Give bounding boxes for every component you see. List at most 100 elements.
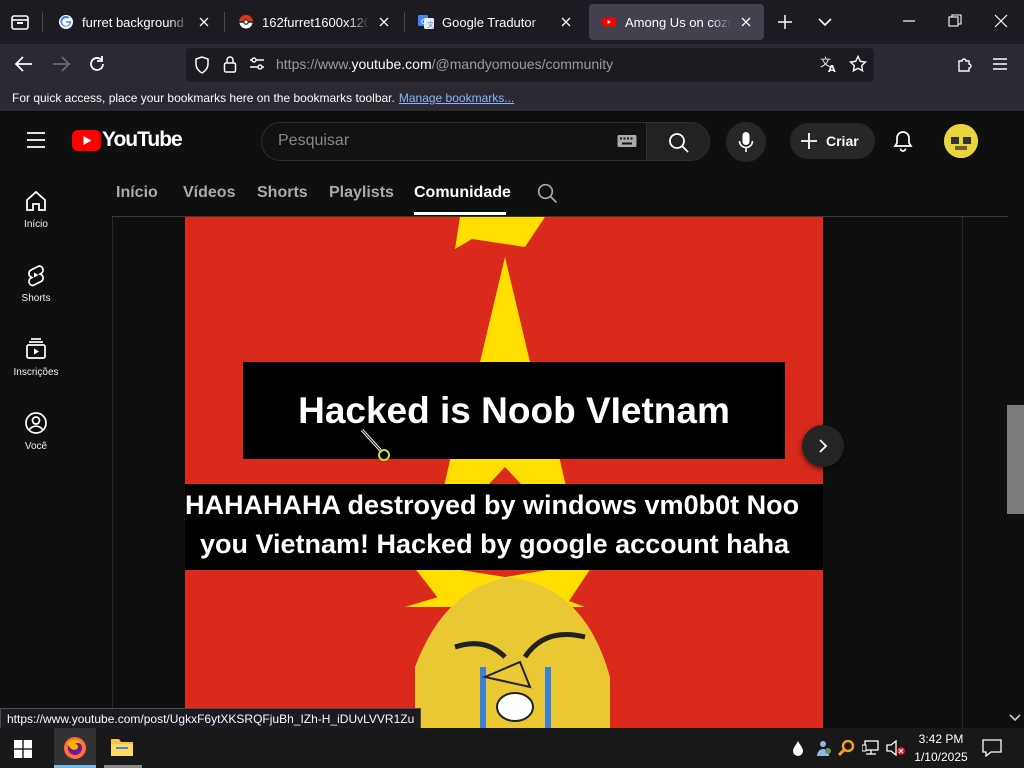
url-domain: youtube.com <box>351 56 432 72</box>
shorts-icon <box>28 265 44 287</box>
new-tab-icon[interactable] <box>777 14 793 30</box>
browser-tab-google-translate[interactable]: G文 Google Tradutor <box>406 4 584 40</box>
browser-tab-youtube-active[interactable]: Among Us on cozmo a <box>589 4 764 40</box>
youtube-icon <box>601 14 617 30</box>
tab-videos[interactable]: Vídeos <box>183 184 235 202</box>
svg-text:文: 文 <box>427 20 434 29</box>
url-path: /@mandyomoues/community <box>431 56 614 72</box>
windows-start-icon[interactable] <box>14 740 32 758</box>
search-magnifier-tray-icon[interactable] <box>838 739 856 757</box>
channel-search-icon[interactable] <box>537 183 558 204</box>
url-prefix: https://www. <box>276 56 352 72</box>
pokeball-icon <box>238 14 254 30</box>
lock-icon[interactable] <box>223 55 237 73</box>
tracking-protection-shield-icon[interactable] <box>194 56 210 74</box>
page-scrollbar-thumb[interactable] <box>1007 405 1024 514</box>
svg-text:G: G <box>421 18 426 26</box>
close-tab-icon[interactable] <box>196 14 212 30</box>
post-card-left-border <box>112 217 113 728</box>
next-image-button[interactable] <box>802 425 844 467</box>
youtube-logo-text[interactable]: YouTube <box>102 128 183 152</box>
url-text[interactable]: https://www.youtube.com/@mandyomoues/com… <box>276 56 613 72</box>
reload-icon[interactable] <box>87 54 107 74</box>
browser-tab-furret-image[interactable]: 162furret1600x1200.jpg <box>226 4 402 40</box>
guide-item-label: Início <box>24 219 48 230</box>
account-avatar[interactable] <box>944 124 978 158</box>
you-icon <box>25 412 47 434</box>
guide-item-you[interactable]: Você <box>0 411 72 452</box>
restore-icon[interactable] <box>948 14 962 28</box>
notification-center-icon[interactable] <box>982 739 1002 757</box>
manage-bookmarks-link[interactable]: Manage bookmarks... <box>399 91 514 105</box>
browser-tab-furret-search[interactable]: furret background - Go <box>46 4 222 40</box>
bookmark-star-icon[interactable] <box>849 55 867 73</box>
tab-title: 162furret1600x1200.jpg <box>262 14 370 30</box>
tab-playlists[interactable]: Playlists <box>329 184 394 202</box>
speaker-muted-icon[interactable] <box>886 740 906 756</box>
home-icon <box>26 190 46 211</box>
bookmarks-message: For quick access, place your bookmarks h… <box>12 91 395 105</box>
firefox-view-icon[interactable] <box>10 12 30 32</box>
vietnam-flag-star-graphic <box>385 217 625 728</box>
active-tab-underline <box>414 212 506 215</box>
taskbar-clock-time[interactable]: 3:42 PM <box>906 732 976 746</box>
minimize-icon[interactable] <box>902 14 916 28</box>
app-menu-hamburger-icon[interactable] <box>992 57 1008 71</box>
guide-item-shorts[interactable]: Shorts <box>0 263 72 304</box>
scroll-down-arrow-icon[interactable] <box>1009 713 1021 723</box>
notifications-bell-icon[interactable] <box>892 130 914 152</box>
back-arrow-icon[interactable] <box>14 55 34 73</box>
tab-title: Google Tradutor <box>442 14 536 30</box>
guide-item-subscriptions[interactable]: Inscrições <box>0 337 72 378</box>
move-cursor-icon <box>360 428 392 462</box>
keyboard-icon[interactable] <box>617 134 637 148</box>
post-image-headline: Hacked is Noob VIetnam <box>298 390 730 431</box>
guide-item-label: Inscrições <box>13 367 59 378</box>
translate-icon: G文 <box>418 14 434 30</box>
search-button[interactable] <box>646 122 710 161</box>
create-button[interactable]: Criar <box>790 123 875 159</box>
chevron-right-icon <box>817 438 829 454</box>
close-tab-icon[interactable] <box>376 14 392 30</box>
search-icon <box>668 132 690 154</box>
post-image-caption-line-2: you Vietnam! Hacked by google account ha… <box>200 529 790 559</box>
search-placeholder: Pesquisar <box>278 132 350 149</box>
close-tab-icon[interactable] <box>738 14 754 30</box>
guide-menu-hamburger-icon[interactable] <box>26 131 46 149</box>
tab-inicio[interactable]: Início <box>116 184 158 202</box>
plus-icon <box>800 132 818 150</box>
close-window-icon[interactable] <box>994 14 1008 28</box>
guide-item-home[interactable]: Início <box>0 189 72 230</box>
dropbox-drop-icon[interactable] <box>792 740 804 756</box>
network-wired-icon[interactable] <box>862 740 880 756</box>
translate-page-icon[interactable]: 文A <box>820 55 838 73</box>
voice-search-button[interactable] <box>726 122 766 162</box>
close-tab-icon[interactable] <box>558 14 574 30</box>
tab-title: Among Us on cozmo a <box>625 14 732 30</box>
create-label: Criar <box>826 133 859 149</box>
taskbar-firefox[interactable] <box>54 728 96 768</box>
network-people-icon[interactable] <box>814 739 832 757</box>
subscriptions-icon <box>26 338 46 359</box>
browser-tab-strip: furret background - Go 162furret1600x120… <box>0 0 1024 44</box>
bookmarks-toolbar: For quick access, place your bookmarks h… <box>0 86 1024 112</box>
svg-text:A: A <box>828 64 836 73</box>
firefox-icon <box>63 736 87 760</box>
google-icon <box>58 14 74 30</box>
tab-shorts[interactable]: Shorts <box>257 184 308 202</box>
forward-arrow-icon[interactable] <box>51 55 71 73</box>
list-all-tabs-chevron-icon[interactable] <box>817 16 833 28</box>
tab-comunidade[interactable]: Comunidade <box>414 184 511 202</box>
page-permissions-icon[interactable] <box>249 57 265 71</box>
guide-item-label: Shorts <box>21 293 51 304</box>
extensions-puzzle-icon[interactable] <box>956 55 974 73</box>
link-status-url: https://www.youtube.com/post/UgkxF6ytXKS… <box>0 708 422 730</box>
post-card-right-border <box>962 217 963 728</box>
post-image[interactable] <box>185 217 823 728</box>
file-explorer-icon[interactable] <box>110 736 134 758</box>
microphone-icon <box>738 131 754 153</box>
guide-item-label: Você <box>24 441 48 452</box>
tab-title: furret background - Go <box>82 14 190 30</box>
youtube-logo-icon[interactable] <box>72 130 101 151</box>
taskbar-clock-date[interactable]: 1/10/2025 <box>906 750 976 764</box>
